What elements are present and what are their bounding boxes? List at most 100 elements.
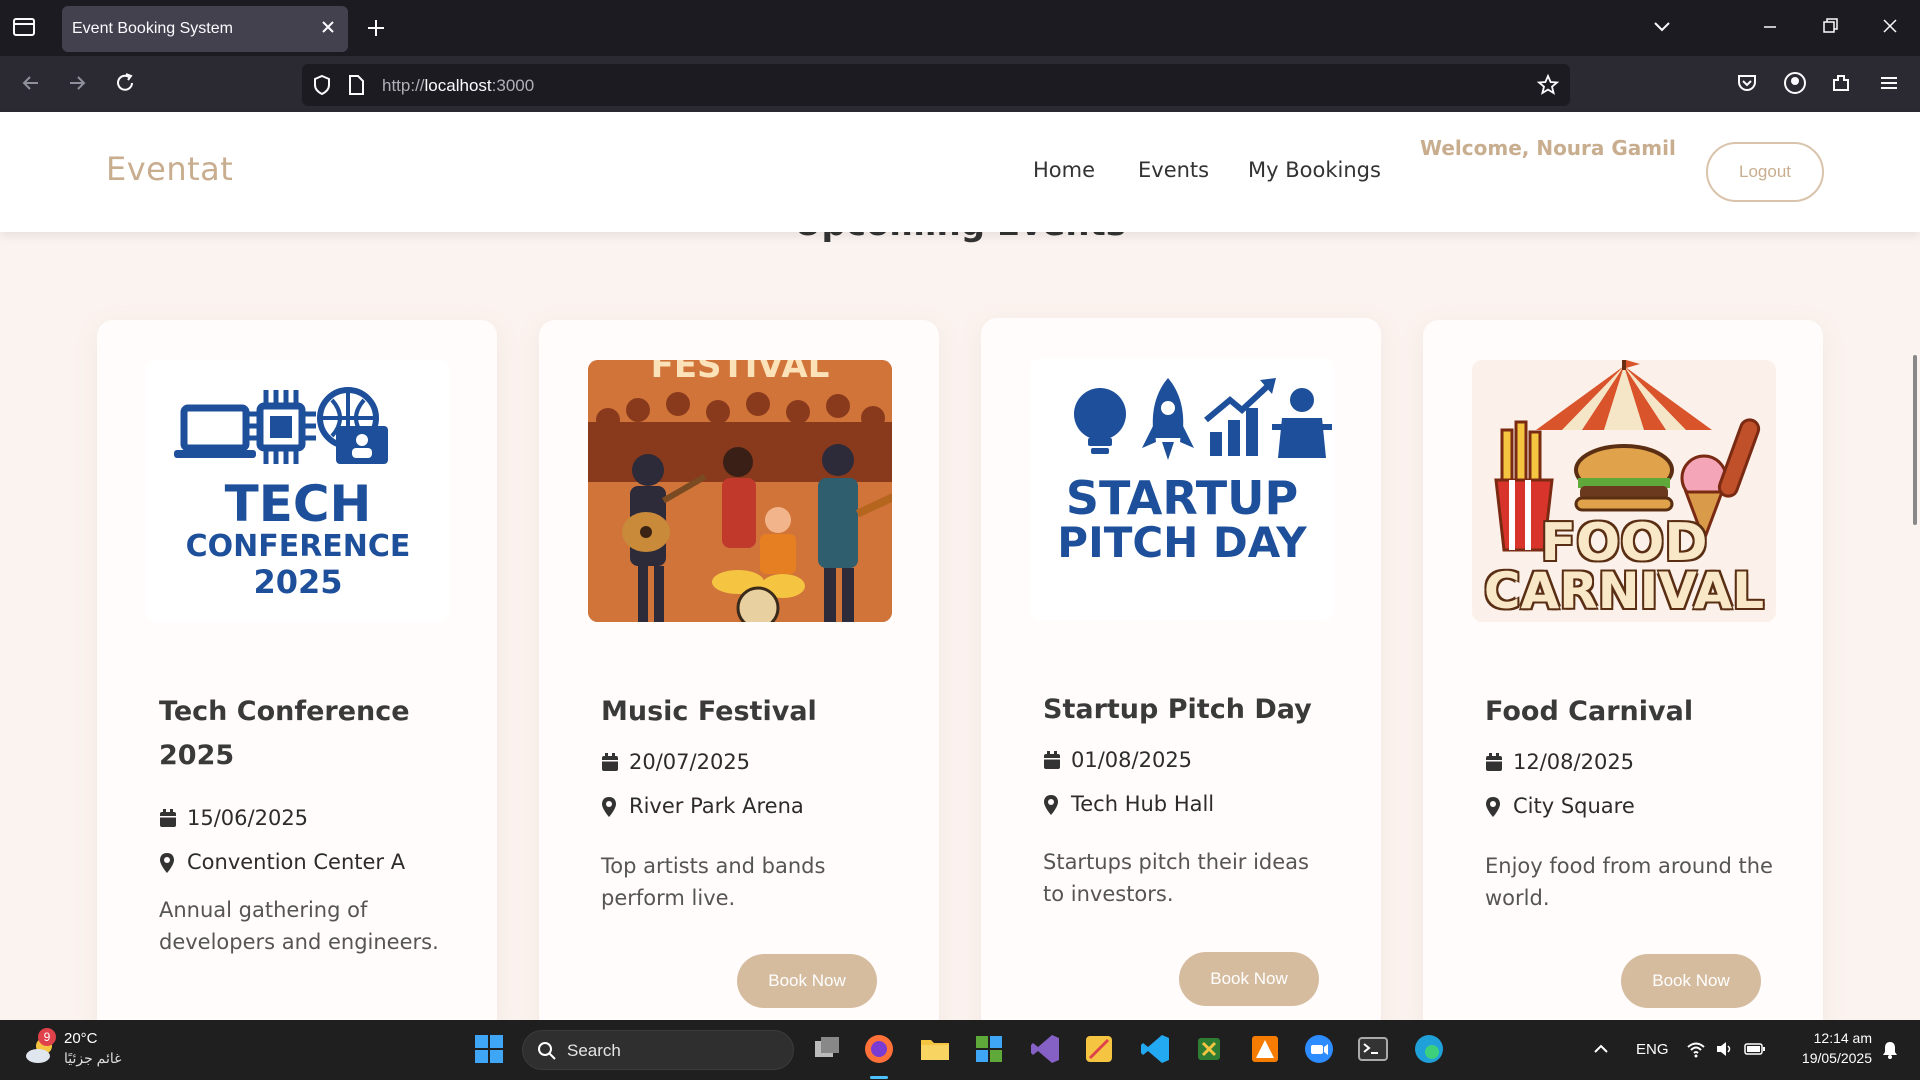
browser-tab-bar: Event Booking System xyxy=(0,0,1920,56)
browser-nav-bar: http://localhost:3000 xyxy=(0,56,1920,112)
os-taskbar: 9 20°C غائم جزئيًا Search ENG 12:14 am 1… xyxy=(0,1020,1920,1080)
calendar-icon xyxy=(1043,750,1061,770)
image-text-line2: CARNIVAL xyxy=(1483,562,1765,620)
event-location: City Square xyxy=(1485,794,1635,818)
zoom-icon[interactable] xyxy=(1302,1032,1336,1066)
language-indicator[interactable]: ENG xyxy=(1636,1041,1669,1058)
event-location: River Park Arena xyxy=(601,794,804,818)
account-icon[interactable] xyxy=(1782,70,1810,98)
clock-time[interactable]: 12:14 am xyxy=(1786,1030,1872,1046)
event-location-text: Tech Hub Hall xyxy=(1071,792,1215,816)
shield-icon[interactable] xyxy=(310,73,334,101)
event-title: Food Carnival xyxy=(1485,696,1694,727)
location-pin-icon xyxy=(1043,794,1061,815)
volume-icon[interactable] xyxy=(1714,1039,1734,1063)
event-date: 01/08/2025 xyxy=(1043,748,1192,772)
image-text-line3: 2025 xyxy=(253,563,343,601)
windows-start-icon[interactable] xyxy=(472,1032,506,1066)
reload-icon[interactable] xyxy=(112,70,140,98)
file-explorer-icon[interactable] xyxy=(918,1032,952,1066)
image-banner-text: FESTIVAL xyxy=(650,360,830,386)
tab-overflow-chevron-icon[interactable] xyxy=(1650,14,1680,44)
event-date: 20/07/2025 xyxy=(601,750,750,774)
event-date-text: 20/07/2025 xyxy=(629,750,751,774)
image-text-line1: TECH xyxy=(224,475,372,533)
pocket-icon[interactable] xyxy=(1734,70,1762,98)
wifi-icon[interactable] xyxy=(1686,1039,1706,1063)
nav-events-link[interactable]: Events xyxy=(1138,158,1209,182)
location-pin-icon xyxy=(159,852,177,873)
minimize-icon[interactable] xyxy=(1758,14,1788,44)
spreadsheet-app-icon[interactable] xyxy=(1192,1032,1226,1066)
tab-list-icon[interactable] xyxy=(12,16,40,42)
music-festival-illustration xyxy=(588,360,892,622)
app-grid-icon[interactable] xyxy=(972,1032,1006,1066)
event-description: Startups pitch their ideas to investors. xyxy=(1043,850,1309,906)
url-host: localhost xyxy=(424,76,492,95)
event-title: Music Festival xyxy=(601,696,817,727)
image-text-line2: PITCH DAY xyxy=(1057,518,1307,567)
active-app-indicator xyxy=(870,1076,888,1079)
restore-icon[interactable] xyxy=(1818,14,1848,44)
calendar-icon xyxy=(1485,752,1503,772)
back-icon[interactable] xyxy=(18,70,46,98)
page-scrollbar-thumb[interactable] xyxy=(1913,355,1917,525)
url-text: http://localhost:3000 xyxy=(382,76,534,96)
firefox-icon[interactable] xyxy=(862,1032,896,1066)
visual-studio-icon[interactable] xyxy=(1028,1032,1062,1066)
url-scheme: http:// xyxy=(382,76,425,95)
event-description: Enjoy food from around the world. xyxy=(1485,854,1773,910)
clock-date[interactable]: 19/05/2025 xyxy=(1786,1050,1872,1066)
event-image: STARTUP PITCH DAY xyxy=(1030,358,1334,620)
tray-overflow-chevron-icon[interactable] xyxy=(1592,1040,1610,1062)
close-window-icon[interactable] xyxy=(1878,14,1908,44)
event-card: TECH CONFERENCE 2025 Tech Conference 202… xyxy=(97,320,497,1040)
event-image: FOOD CARNIVAL xyxy=(1472,360,1776,622)
image-text-line1: STARTUP xyxy=(1065,471,1299,525)
location-pin-icon xyxy=(601,796,619,817)
site-header: Eventat Home Events My Bookings Welcome,… xyxy=(0,112,1920,232)
nav-home-link[interactable]: Home xyxy=(1033,158,1095,182)
task-view-icon[interactable] xyxy=(810,1032,844,1066)
nav-my-bookings-link[interactable]: My Bookings xyxy=(1248,158,1381,182)
forward-icon[interactable] xyxy=(64,70,92,98)
new-tab-icon[interactable] xyxy=(366,18,388,40)
event-location: Tech Hub Hall xyxy=(1043,792,1214,816)
event-date-text: 12/08/2025 xyxy=(1513,750,1635,774)
event-title: Startup Pitch Day xyxy=(1043,694,1312,725)
browser-tab-active[interactable]: Event Booking System xyxy=(62,6,348,52)
event-image: TECH CONFERENCE 2025 xyxy=(146,360,450,622)
book-now-button[interactable]: Book Now xyxy=(1621,954,1761,1008)
event-location-text: City Square xyxy=(1513,794,1635,818)
calendar-icon xyxy=(601,752,619,772)
event-description: Top artists and bands perform live. xyxy=(601,854,826,910)
logout-button[interactable]: Logout xyxy=(1706,142,1824,202)
menu-icon[interactable] xyxy=(1876,70,1904,98)
extensions-icon[interactable] xyxy=(1828,70,1856,98)
snipping-tool-icon[interactable] xyxy=(1082,1032,1116,1066)
url-bar[interactable]: http://localhost:3000 xyxy=(302,64,1570,106)
book-now-button[interactable]: Book Now xyxy=(1179,952,1319,1006)
page-info-icon[interactable] xyxy=(346,74,366,100)
book-now-button[interactable]: Book Now xyxy=(737,954,877,1008)
event-card: FOOD CARNIVAL Food Carnival 12/08/2025 C… xyxy=(1423,320,1823,1040)
notifications-bell-icon[interactable] xyxy=(1880,1040,1900,1064)
taskbar-search[interactable]: Search xyxy=(522,1030,794,1070)
event-card: STARTUP PITCH DAY Startup Pitch Day 01/0… xyxy=(981,318,1381,1038)
vscode-icon[interactable] xyxy=(1138,1032,1172,1066)
location-pin-icon xyxy=(1485,796,1503,817)
tab-title: Event Booking System xyxy=(72,20,233,37)
weather-widget[interactable]: 9 xyxy=(22,1028,58,1068)
terminal-icon[interactable] xyxy=(1356,1032,1390,1066)
close-tab-icon[interactable] xyxy=(320,19,338,37)
battery-icon[interactable] xyxy=(1744,1039,1766,1063)
url-port: :3000 xyxy=(491,76,535,95)
event-title: Tech Conference 2025 xyxy=(159,696,410,771)
edge-icon[interactable] xyxy=(1412,1032,1446,1066)
git-app-icon[interactable] xyxy=(1248,1032,1282,1066)
bookmark-star-icon[interactable] xyxy=(1536,73,1560,101)
event-location-text: River Park Arena xyxy=(629,794,804,818)
brand-logo[interactable]: Eventat xyxy=(106,150,233,188)
event-card: FESTIVAL Music Festival 20/07/2025 River… xyxy=(539,320,939,1040)
image-text-line2: CONFERENCE xyxy=(185,529,411,564)
